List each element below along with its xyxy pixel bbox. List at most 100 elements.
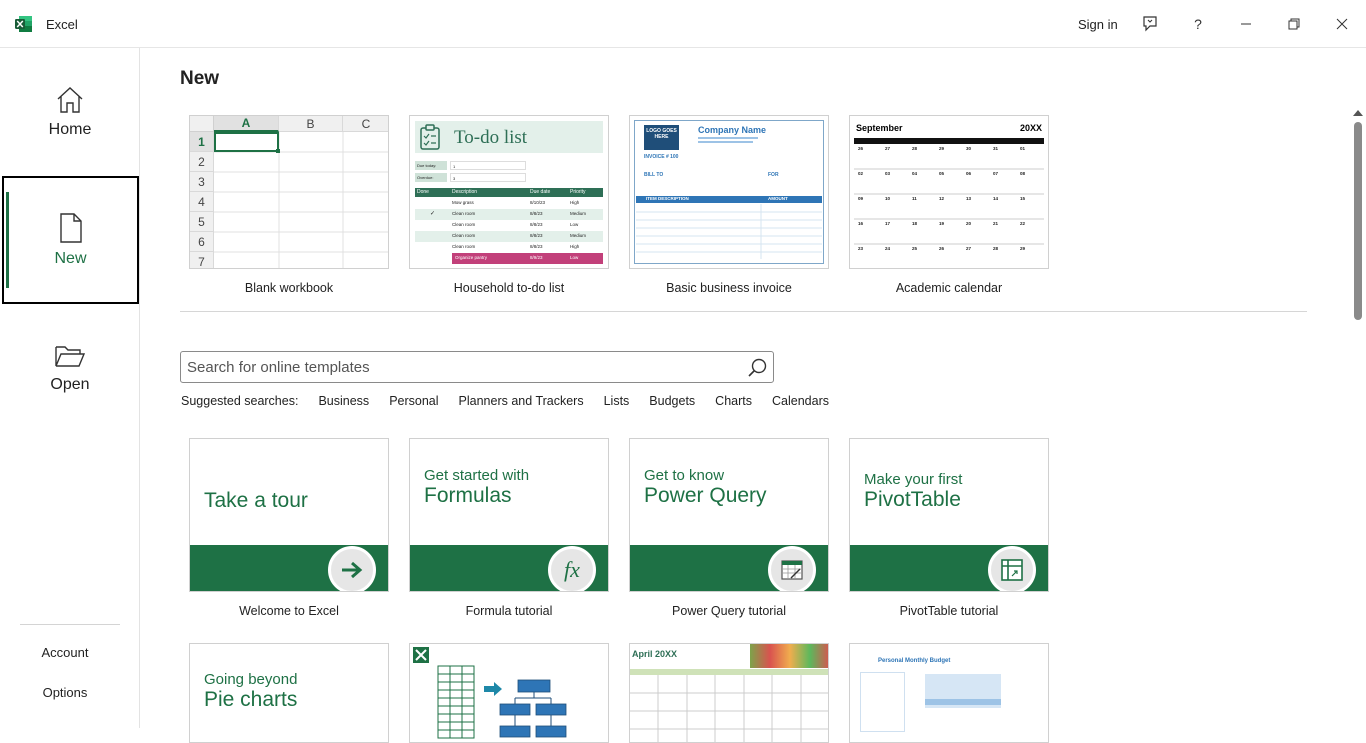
todo-thumbnail: To-do list Due today: 1 Overdue: 3 Done …: [409, 115, 609, 269]
sidebar-item-label: Home: [48, 121, 92, 138]
amount-header: AMOUNT: [768, 196, 788, 201]
arrow-right-icon: [328, 546, 376, 591]
section-divider: [180, 311, 1307, 312]
scroll-up-arrow[interactable]: [1353, 110, 1363, 116]
feedback-icon[interactable]: [1138, 12, 1162, 36]
row-header: 2: [190, 152, 214, 172]
suggested-label: Suggested searches:: [181, 394, 299, 408]
suggested-link-budgets[interactable]: Budgets: [649, 394, 695, 408]
todo-header: Description: [452, 189, 478, 195]
calendar-day: 30: [966, 146, 972, 151]
calendar-day: 20: [966, 221, 972, 226]
calendar-day: 04: [912, 171, 918, 176]
todo-title: To-do list: [454, 127, 528, 148]
row-header: 3: [190, 172, 214, 192]
vertical-scrollbar[interactable]: [1350, 108, 1366, 728]
todo-header: Priority: [570, 189, 586, 195]
sidebar-item-home[interactable]: Home: [0, 48, 140, 176]
restore-icon[interactable]: [1282, 12, 1306, 36]
calendar-day: 28: [912, 146, 918, 151]
todo-cell: Clean room: [452, 222, 476, 227]
calendar-day: 11: [912, 196, 917, 201]
row-header: 4: [190, 192, 214, 212]
suggested-link-personal[interactable]: Personal: [389, 394, 438, 408]
blank-workbook-thumbnail: A B C 1 2 3 4 5 6 7: [189, 115, 389, 269]
todo-header: Done: [417, 189, 429, 195]
close-icon[interactable]: [1330, 12, 1354, 36]
sidebar-item-label: Open: [50, 376, 90, 393]
suggested-link-business[interactable]: Business: [318, 394, 369, 408]
todo-cell: Clean room: [452, 211, 476, 216]
suggested-link-calendars[interactable]: Calendars: [772, 394, 829, 408]
calendar-day: 21: [993, 221, 999, 226]
calendar-day: 26: [939, 246, 945, 251]
calendar-year: 20XX: [1020, 123, 1043, 133]
invoice-table-lines: [636, 204, 822, 259]
calendar-day: 19: [939, 221, 945, 226]
calendar-day: 10: [885, 196, 891, 201]
todo-cell: 8/8/23: [530, 222, 543, 227]
calendar-day: 29: [1020, 246, 1026, 251]
app-name: Excel: [46, 17, 78, 32]
column-header: C: [343, 116, 388, 132]
april-calendar-thumbnail: April 20XX: [629, 643, 829, 743]
tile-subheading: Make your first: [864, 471, 963, 488]
table-to-hierarchy-illustration: [413, 647, 567, 739]
account-link[interactable]: Account: [0, 645, 130, 660]
todo-cell: 8/8/23: [530, 244, 543, 249]
todo-cell: Low: [570, 222, 579, 227]
new-page: New A B C 1 2 3 4 5 6 7 Blank workbook T…: [140, 48, 1350, 743]
minimize-icon[interactable]: [1234, 12, 1258, 36]
column-header: A: [214, 116, 279, 132]
sidebar-item-open[interactable]: Open: [0, 304, 140, 432]
calendar-day: 18: [912, 221, 918, 226]
tile-subheading: Going beyond: [204, 671, 298, 688]
template-caption: Formula tutorial: [465, 604, 553, 618]
todo-cell: ✓: [430, 211, 436, 217]
todo-cell: 8/10/23: [530, 200, 546, 205]
page-title: New: [180, 68, 220, 89]
suggested-link-lists[interactable]: Lists: [604, 394, 630, 408]
company-name: Company Name: [698, 125, 767, 135]
calendar-day: 02: [858, 171, 864, 176]
calendar-day: 27: [966, 246, 972, 251]
template-search-box[interactable]: [180, 351, 774, 383]
row-header: 6: [190, 232, 214, 252]
item-description-header: ITEM DESCRIPTION: [646, 196, 689, 201]
calendar-day: 24: [885, 246, 891, 251]
column-header: B: [279, 116, 343, 132]
row-header: 5: [190, 212, 214, 232]
help-icon[interactable]: ?: [1186, 12, 1210, 36]
tile-heading: PivotTable: [864, 488, 961, 511]
calendar-thumbnail: September 20XX 26 27 28 29 30 31 01 02 0…: [849, 115, 1049, 269]
excel-logo-icon: [15, 16, 32, 32]
calendar-month: September: [856, 123, 903, 133]
template-caption: PivotTable tutorial: [899, 604, 999, 618]
tile-heading: Power Query: [644, 484, 767, 507]
search-icon[interactable]: [747, 357, 769, 379]
sidebar-item-new[interactable]: New: [2, 176, 139, 304]
todo-cell: Clean room: [452, 244, 476, 249]
row-header: 7: [190, 252, 214, 268]
search-input[interactable]: [187, 356, 737, 378]
suggested-link-planners[interactable]: Planners and Trackers: [459, 394, 584, 408]
overdue-label: Overdue:: [415, 173, 447, 182]
home-icon: [57, 87, 83, 113]
suggested-link-charts[interactable]: Charts: [715, 394, 752, 408]
calendar-day: 29: [939, 146, 945, 151]
pivottable-thumbnail: Make your first PivotTable: [849, 438, 1049, 592]
todo-cell: Medium: [570, 211, 587, 216]
options-link[interactable]: Options: [0, 685, 130, 700]
sidebar-divider: [20, 624, 120, 625]
calendar-day: 25: [912, 246, 918, 251]
sign-in-link[interactable]: Sign in: [1078, 17, 1118, 32]
calendar-day: 01: [1020, 146, 1026, 151]
welcome-thumbnail: Take a tour: [189, 438, 389, 592]
open-folder-icon: [55, 346, 86, 367]
overdue-value: 3: [450, 173, 526, 182]
scroll-thumb[interactable]: [1354, 122, 1362, 320]
todo-cell: 8/8/23: [530, 211, 543, 216]
todo-cell: Organize pantry: [455, 255, 488, 260]
bill-to-label: BILL TO: [644, 172, 664, 178]
diagram-thumbnail: [409, 643, 609, 743]
